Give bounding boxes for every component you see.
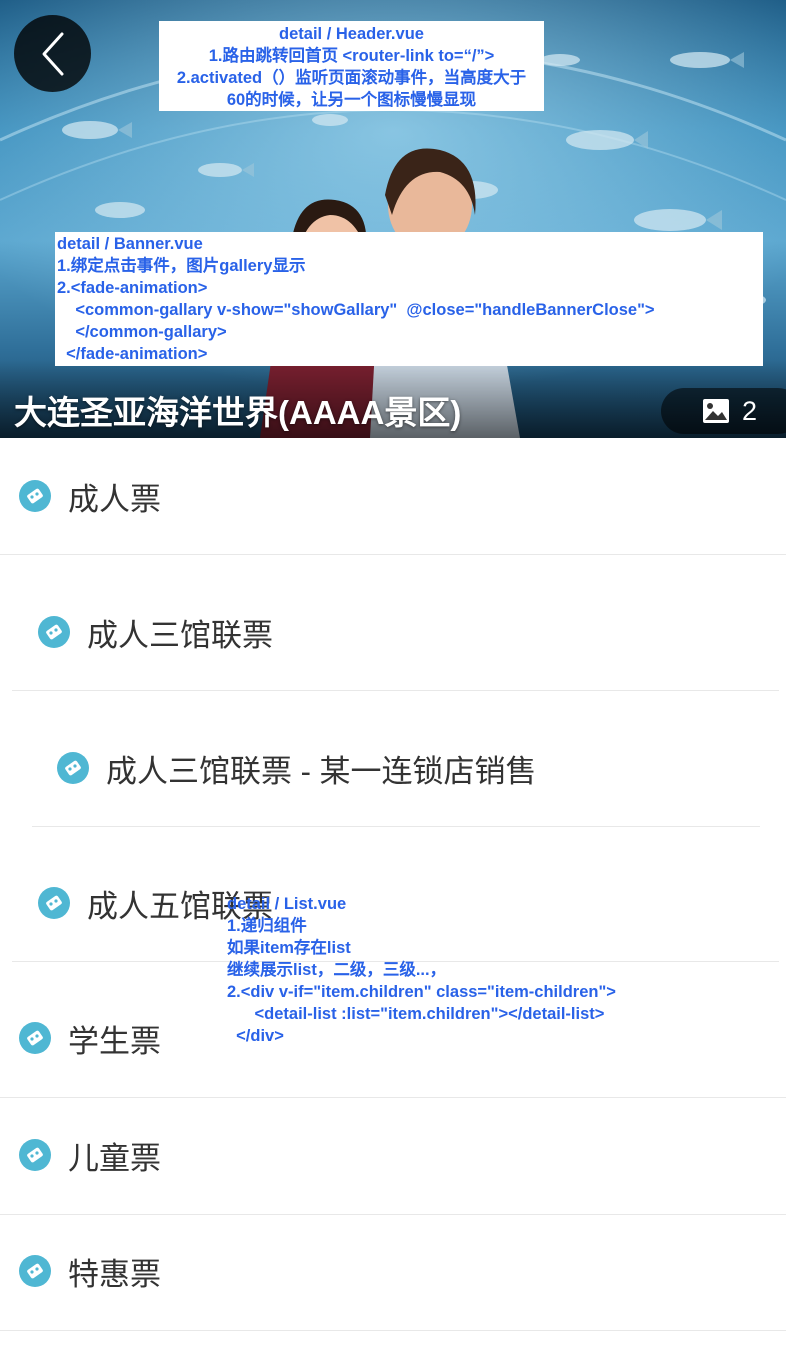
annotation-line: 继续展示list，二级，三级...， <box>227 961 447 979</box>
annotation-line: 60的时候，让另一个图标慢慢显现 <box>226 91 477 109</box>
divider <box>12 690 779 691</box>
list-item[interactable]: 成人票 <box>19 438 161 554</box>
chevron-left-icon <box>42 32 63 75</box>
annotation-line: detail / List.vue <box>227 895 347 913</box>
list-item-label: 成人票 <box>68 481 161 517</box>
annotation-line: 如果item存在list <box>227 939 351 957</box>
ticket-icon <box>38 616 70 648</box>
annotation-line: 1.绑定点击事件，图片gallery显示 <box>57 257 306 275</box>
ticket-icon <box>19 480 51 512</box>
back-button[interactable] <box>14 15 91 92</box>
annotation-line: detail / Banner.vue <box>57 235 203 253</box>
annotation-line: 2.<fade-animation> <box>57 279 208 297</box>
divider <box>0 554 786 555</box>
ticket-icon <box>57 752 89 784</box>
annotation-line: <detail-list :list="item.children"></det… <box>227 1005 605 1023</box>
ticket-icon <box>19 1255 51 1287</box>
annotation-line: detail / Header.vue <box>279 25 424 43</box>
banner-title: 大连圣亚海洋世界(AAAA景区) <box>14 394 462 431</box>
list-item[interactable]: 儿童票 <box>19 1097 161 1213</box>
list-item-label: 成人三馆联票 <box>87 617 273 653</box>
image-icon <box>703 399 729 423</box>
banner[interactable]: detail / Header.vue 1.路由跳转回首页 <router-li… <box>0 0 786 438</box>
divider <box>0 1330 786 1331</box>
annotation-line: </common-gallary> <box>57 323 227 341</box>
gallery-count: 2 <box>742 395 758 426</box>
list-item-label: 特惠票 <box>68 1256 161 1292</box>
annotation-line: 2.<div v-if="item.children" class="item-… <box>227 983 616 1001</box>
annotation-line: 1.递归组件 <box>227 917 307 935</box>
annotation-line: </div> <box>227 1027 284 1045</box>
ticket-icon <box>38 887 70 919</box>
annotation-line: <common-gallary v-show="showGallary" @cl… <box>57 301 655 319</box>
gallery-button[interactable]: 2 <box>661 388 786 434</box>
list-annotation: detail / List.vue 1.递归组件 如果item存在list 继续… <box>226 893 676 1047</box>
divider <box>32 826 760 827</box>
banner-annotation: detail / Banner.vue 1.绑定点击事件，图片gallery显示… <box>55 232 763 366</box>
list-item[interactable]: 成人三馆联票 <box>38 574 273 690</box>
list-item-label: 成人三馆联票 - 某一连锁店销售 <box>106 753 537 789</box>
list-item-label: 学生票 <box>68 1023 161 1059</box>
annotation-line: 1.路由跳转回首页 <router-link to=“/”> <box>208 47 495 65</box>
list-item[interactable]: 特惠票 <box>19 1213 161 1329</box>
ticket-icon <box>19 1022 51 1054</box>
annotation-line: </fade-animation> <box>57 345 208 363</box>
list-item[interactable]: 成人三馆联票 - 某一连锁店销售 <box>57 710 537 826</box>
header-annotation: detail / Header.vue 1.路由跳转回首页 <router-li… <box>159 21 544 111</box>
annotation-line: 2.activated（）监听页面滚动事件，当高度大于 <box>176 69 527 87</box>
list-item[interactable]: 学生票 <box>19 980 161 1096</box>
list-item-label: 儿童票 <box>68 1140 161 1176</box>
ticket-icon <box>19 1139 51 1171</box>
